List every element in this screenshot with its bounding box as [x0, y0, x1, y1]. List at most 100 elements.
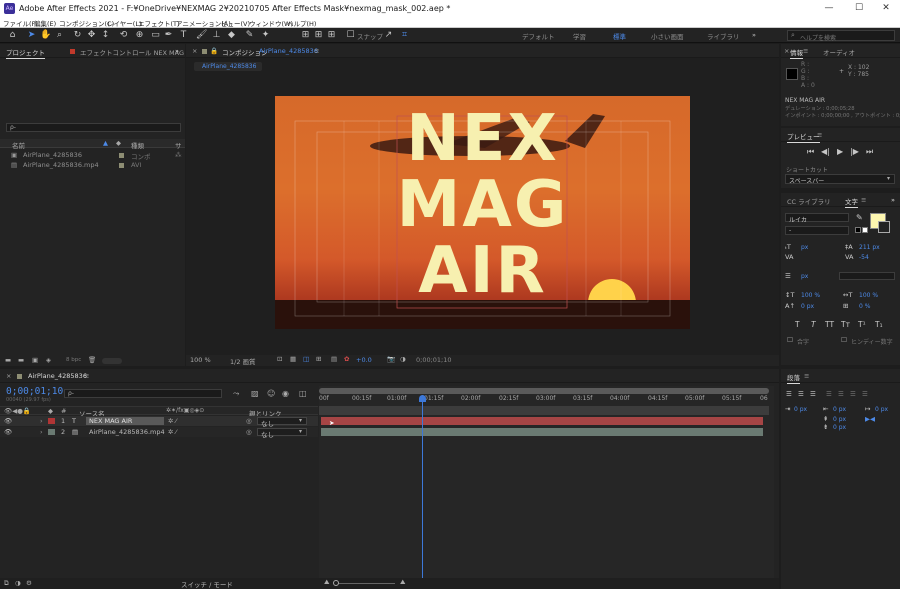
parent-select[interactable]: なし ▾	[257, 417, 307, 428]
close-icon[interactable]: ×	[192, 47, 197, 55]
new-comp-icon[interactable]: ▣	[32, 356, 38, 364]
layer-switches-icon[interactable]: ✲ ⁄	[168, 417, 177, 425]
tab-info[interactable]: 情報	[790, 47, 803, 59]
time-ruler[interactable]: 00f 00:15f 01:00f 01:15f 02:00f 02:15f 0…	[319, 395, 769, 405]
all-caps-button[interactable]: TT	[825, 320, 834, 329]
frame-blending-icon[interactable]: ◉	[282, 389, 289, 398]
panel-menu-icon[interactable]: ≡	[817, 131, 822, 139]
black-swatch[interactable]	[855, 227, 861, 233]
col-size[interactable]: サ	[175, 140, 182, 150]
hand-tool-icon[interactable]: ✋	[40, 30, 51, 41]
align-center-icon[interactable]: ☰	[798, 390, 804, 398]
draft-3d-icon[interactable]: ▨	[251, 389, 259, 398]
transparency-grid-icon[interactable]: ▦	[290, 355, 296, 363]
panel-more-icon[interactable]: »	[175, 47, 179, 55]
font-size-unit[interactable]: px	[801, 244, 808, 252]
space-before-value[interactable]: 0 px	[833, 416, 846, 424]
interpret-footage-icon[interactable]: ▬	[5, 356, 11, 364]
close-button[interactable]: ✕	[872, 0, 900, 17]
layer-switches-toggle-icon[interactable]: ⧉	[4, 579, 9, 587]
axis-local-icon[interactable]: ⊞	[300, 30, 311, 41]
region-icon[interactable]: ⊡	[277, 355, 282, 363]
dolly-tool-icon[interactable]: ↕	[100, 30, 111, 41]
graph-editor-icon[interactable]: ◫	[299, 389, 307, 398]
first-line-indent-value[interactable]: 0 px	[875, 406, 888, 414]
axis-world-icon[interactable]: ⊞	[313, 30, 324, 41]
justify-all-icon[interactable]: ☰	[862, 390, 868, 398]
next-frame-icon[interactable]: |▶	[850, 147, 859, 156]
stroke-style-select[interactable]	[839, 272, 895, 280]
snap-edge-icon[interactable]: ↗	[383, 30, 394, 41]
layer-row[interactable]: 👁 › 2 ▤ AirPlane_4285836.mp4 ✲ ⁄ ◎ なし ▾	[0, 427, 318, 439]
layer-name-field[interactable]: NEX MAG AIR	[86, 417, 164, 425]
timeline-search-input[interactable]: ρ-	[64, 389, 222, 398]
pen-tool-icon[interactable]: ✒	[163, 30, 174, 41]
workspace-learn[interactable]: 学習	[573, 31, 586, 41]
visibility-eye-icon[interactable]: 👁	[4, 417, 12, 425]
menu-file[interactable]: ファイル(F)	[3, 18, 38, 28]
expand-arrow-icon[interactable]: ›	[40, 428, 43, 436]
shortcut-select[interactable]: スペースバー ▾	[785, 174, 895, 185]
direction-ltr-icon[interactable]: ▶◀	[865, 415, 875, 423]
maximize-button[interactable]: ☐	[845, 0, 873, 17]
layer-label-color[interactable]	[48, 418, 55, 424]
panel-menu-icon[interactable]: ≡	[861, 196, 866, 204]
tab-audio[interactable]: オーディオ	[823, 47, 855, 57]
trash-icon[interactable]: 🗑	[88, 356, 96, 364]
panel-more-icon[interactable]: »	[891, 196, 895, 204]
help-search-input[interactable]: ⌕ ヘルプを検索	[787, 30, 895, 42]
small-caps-button[interactable]: Tт	[841, 320, 850, 329]
current-time-indicator[interactable]	[422, 395, 423, 581]
indent-left-value[interactable]: 0 px	[794, 406, 807, 414]
menu-composition[interactable]: コンポジション(C)	[59, 18, 114, 28]
stamp-tool-icon[interactable]: ⊥	[211, 30, 222, 41]
col-type[interactable]: 種類	[131, 140, 144, 150]
project-settings-icon[interactable]: ◈	[46, 356, 51, 364]
tab-timeline[interactable]: AirPlane_4285836	[28, 372, 87, 380]
visibility-eye-icon[interactable]: 👁	[4, 428, 12, 436]
render-time-toggle-icon[interactable]: ⚙	[26, 579, 32, 587]
workspace-default[interactable]: デフォルト	[522, 31, 555, 41]
project-search-input[interactable]: ρ-	[6, 123, 181, 132]
viewer-timecode[interactable]: 0;00;01;10	[416, 356, 452, 364]
align-right-icon[interactable]: ☰	[810, 390, 816, 398]
close-icon[interactable]: ×	[784, 47, 789, 55]
tab-composition-name[interactable]: AirPlane_4285836	[259, 47, 318, 55]
parent-select[interactable]: なし ▾	[257, 428, 307, 439]
eraser-tool-icon[interactable]: ◆	[226, 30, 237, 41]
brush-tool-icon[interactable]: 🖌	[196, 30, 207, 41]
layer-row[interactable]: 👁 › 1 T NEX MAG AIR ✲ ⁄ ◎ なし ▾	[0, 416, 318, 428]
baseline-shift-value[interactable]: 0 px	[801, 303, 814, 311]
exposure-value[interactable]: +0.0	[356, 356, 372, 364]
zoom-select[interactable]: 100 %	[190, 356, 211, 364]
new-folder-icon[interactable]: ▬	[18, 356, 24, 364]
close-icon[interactable]: ×	[6, 372, 11, 380]
col-source-name[interactable]: ソース名	[79, 408, 105, 418]
thumbnail-slider[interactable]	[102, 358, 122, 364]
menu-help[interactable]: ヘルプ(H)	[287, 18, 316, 28]
playhead-handle[interactable]	[419, 395, 426, 402]
resolution-select[interactable]: 1/2 画質	[230, 356, 256, 366]
panel-menu-icon[interactable]: ≡	[84, 372, 89, 380]
tab-effect-controls[interactable]: エフェクトコントロール NEX MAG	[80, 47, 184, 57]
prev-frame-icon[interactable]: ◀|	[821, 147, 830, 156]
panel-menu-icon[interactable]: ≡	[314, 47, 319, 55]
tab-project[interactable]: プロジェクト	[6, 47, 45, 59]
home-icon[interactable]: ⌂	[7, 30, 18, 41]
snapshot-icon[interactable]: 📷	[387, 355, 395, 363]
stroke-unit[interactable]: px	[801, 273, 808, 281]
bpc-label[interactable]: 8 bpc	[66, 357, 81, 365]
mask-visibility-icon[interactable]: ◫	[303, 355, 309, 363]
space-after-value[interactable]: 0 px	[833, 424, 846, 432]
align-left-icon[interactable]: ☰	[786, 390, 792, 398]
roto-brush-icon[interactable]: ✎	[244, 30, 255, 41]
orbit-tool-icon[interactable]: ↻	[72, 30, 83, 41]
workspace-small-screen[interactable]: 小さい画面	[651, 31, 684, 41]
menu-layer[interactable]: レイヤー(L)	[107, 18, 142, 28]
tracking-value[interactable]: -54	[859, 254, 869, 262]
selection-tool-icon[interactable]: ➤	[26, 30, 37, 41]
guides-icon[interactable]: ⊞	[316, 355, 321, 363]
faux-bold-button[interactable]: T	[795, 320, 800, 329]
axis-view-icon[interactable]: ⊞	[326, 30, 337, 41]
font-style-select[interactable]: -	[785, 226, 849, 235]
